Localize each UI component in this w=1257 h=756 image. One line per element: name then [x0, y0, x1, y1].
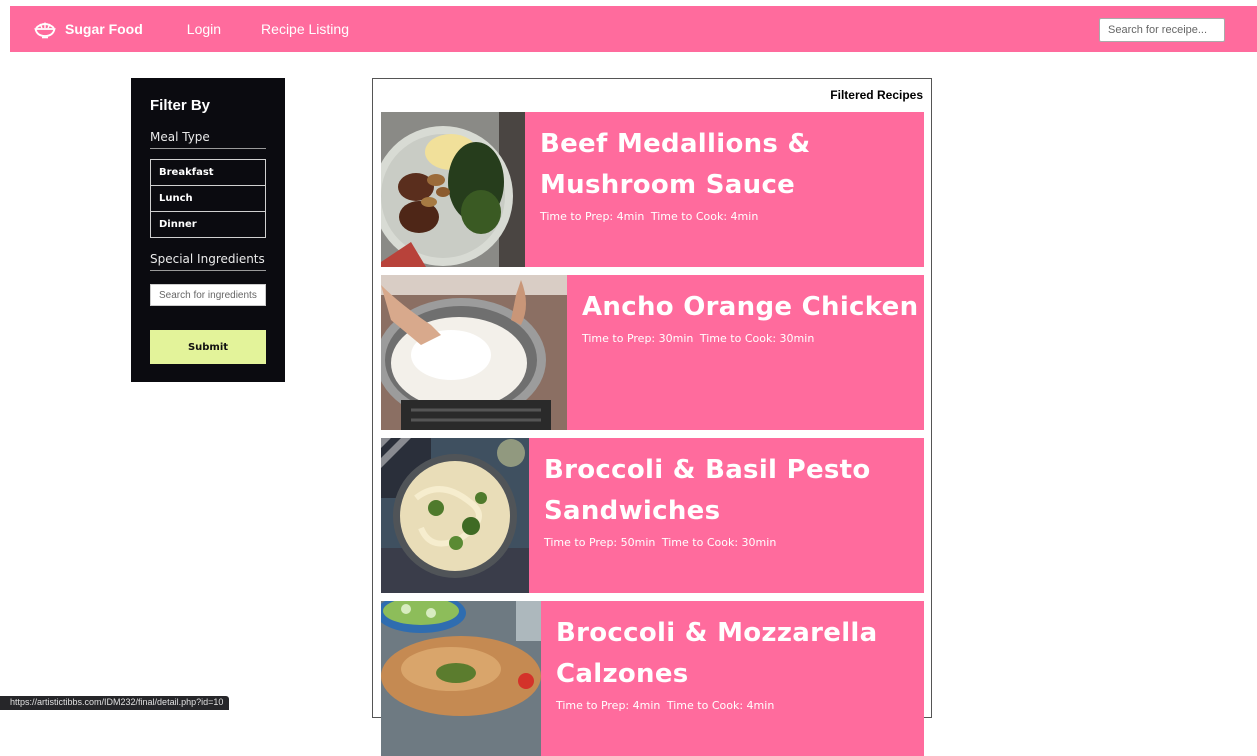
brand-logo[interactable]: Sugar Food	[34, 19, 143, 39]
navbar: Sugar Food Login Recipe Listing	[10, 6, 1257, 52]
bowl-icon	[34, 22, 56, 39]
submit-button[interactable]: Submit	[150, 330, 266, 364]
recipe-title-line2: Mushroom Sauce	[540, 170, 796, 200]
results-title: Filtered Recipes	[830, 88, 923, 102]
recipe-times: Time to Prep: 30min Time to Cook: 30min	[582, 332, 918, 345]
cook-time: Time to Cook: 30min	[699, 332, 815, 345]
recipe-image	[381, 438, 529, 593]
prep-time: Time to Prep: 50min	[544, 536, 656, 549]
meal-type-list: Breakfast Lunch Dinner	[150, 159, 266, 238]
cook-time: Time to Cook: 4min	[650, 210, 759, 223]
recipe-title-line1: Broccoli & Basil Pesto	[544, 455, 871, 485]
recipe-image	[381, 112, 525, 267]
recipe-title-line2: Calzones	[556, 659, 689, 689]
recipe-text: Ancho Orange Chicken Time to Prep: 30min…	[582, 287, 918, 345]
recipe-text: Broccoli & Basil Pesto Sandwiches Time t…	[544, 450, 871, 549]
recipe-image	[381, 601, 541, 756]
prep-time: Time to Prep: 30min	[582, 332, 694, 345]
meal-type-dinner[interactable]: Dinner	[150, 211, 266, 238]
prep-time: Time to Prep: 4min	[540, 210, 645, 223]
ingredients-search-input[interactable]	[150, 284, 266, 306]
recipe-times: Time to Prep: 4min Time to Cook: 4min	[540, 210, 811, 223]
recipe-title: Broccoli & Basil Pesto Sandwiches	[544, 450, 871, 532]
meal-type-breakfast[interactable]: Breakfast	[150, 159, 266, 186]
meal-type-label: Meal Type	[150, 130, 266, 149]
recipe-card-broccoli-basil-pesto[interactable]: Broccoli & Basil Pesto Sandwiches Time t…	[381, 438, 924, 593]
recipe-image	[381, 275, 567, 430]
filter-title: Filter By	[150, 97, 211, 114]
recipe-times: Time to Prep: 50min Time to Cook: 30min	[544, 536, 871, 549]
recipe-title: Broccoli & Mozzarella Calzones	[556, 613, 877, 695]
recipe-text: Broccoli & Mozzarella Calzones Time to P…	[556, 613, 877, 712]
recipe-card-ancho-orange-chicken[interactable]: Ancho Orange Chicken Time to Prep: 30min…	[381, 275, 924, 430]
cook-time: Time to Cook: 30min	[661, 536, 777, 549]
recipe-title-line1: Broccoli & Mozzarella	[556, 618, 878, 648]
special-ingredients-label: Special Ingredients	[150, 252, 266, 271]
recipe-search-input[interactable]	[1099, 18, 1225, 42]
link-status-bar: https://artistictibbs.com/IDM232/final/d…	[0, 696, 230, 710]
meal-type-lunch[interactable]: Lunch	[150, 185, 266, 212]
filtered-recipes-panel: Filtered Recipes Beef Medallions & Mushr…	[372, 78, 932, 756]
recipe-title-line2: Sandwiches	[544, 496, 721, 526]
recipe-card-broccoli-mozzarella-calzones[interactable]: Broccoli & Mozzarella Calzones Time to P…	[381, 601, 924, 756]
filter-sidebar: Filter By Meal Type Breakfast Lunch Dinn…	[131, 78, 285, 382]
nav-recipe-listing-link[interactable]: Recipe Listing	[261, 21, 349, 37]
recipe-card-beef-medallions[interactable]: Beef Medallions & Mushroom Sauce Time to…	[381, 112, 924, 267]
brand-name: Sugar Food	[65, 21, 143, 37]
recipe-title-line1: Beef Medallions &	[540, 129, 811, 159]
recipe-title-line1: Ancho Orange Chicken	[582, 292, 919, 322]
nav-login-link[interactable]: Login	[187, 21, 221, 37]
recipe-title: Ancho Orange Chicken	[582, 287, 918, 328]
recipe-title: Beef Medallions & Mushroom Sauce	[540, 124, 811, 206]
recipe-text: Beef Medallions & Mushroom Sauce Time to…	[540, 124, 811, 223]
